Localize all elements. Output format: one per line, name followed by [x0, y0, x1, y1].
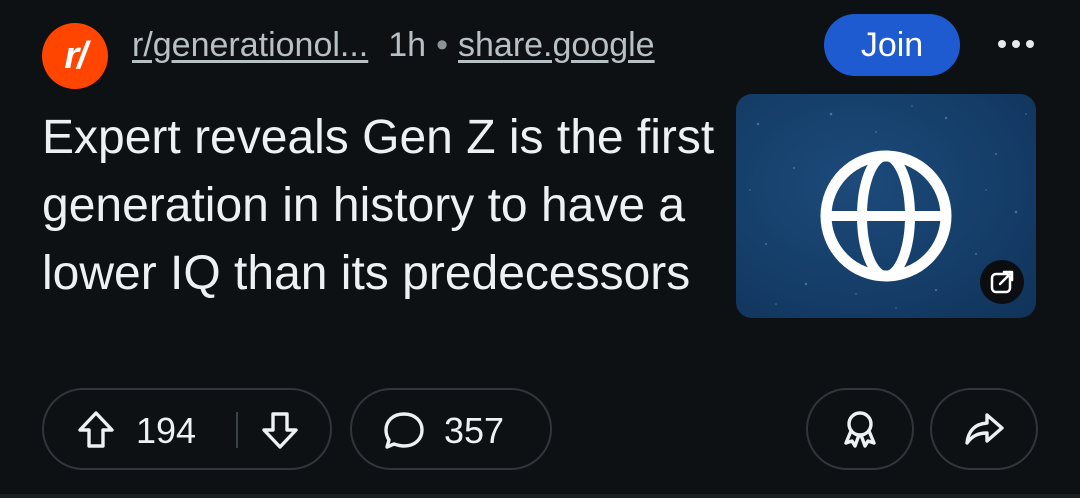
vote-divider	[236, 412, 238, 448]
link-thumbnail[interactable]	[736, 94, 1036, 318]
post-age: 1h	[388, 26, 427, 64]
post-meta: r/generationol... 1h • share.google	[132, 26, 655, 65]
external-link-icon[interactable]	[980, 260, 1024, 304]
globe-icon	[816, 146, 956, 291]
comments-button[interactable]: 357	[350, 388, 552, 470]
arrow-down-icon	[262, 412, 298, 449]
post-card[interactable]: r/ r/generationol... 1h • share.google J…	[0, 0, 1080, 498]
upvote-count: 194	[136, 410, 197, 451]
share-button[interactable]	[930, 388, 1038, 470]
overflow-menu-icon[interactable]	[992, 24, 1040, 64]
post-title[interactable]: Expert reveals Gen Z is the first genera…	[42, 104, 722, 308]
comment-count: 357	[444, 410, 505, 451]
award-icon	[844, 411, 876, 448]
meta-separator: •	[436, 26, 448, 64]
subreddit-name-link[interactable]: r/generationol...	[132, 26, 368, 65]
post-divider	[0, 494, 1080, 498]
award-button[interactable]	[806, 388, 914, 470]
post-header: r/ r/generationol... 1h • share.google J…	[42, 14, 1040, 89]
vote-controls: 194	[42, 388, 332, 470]
comment-bubble-icon	[382, 410, 426, 461]
arrow-up-icon	[78, 411, 114, 448]
downvote-button[interactable]	[258, 408, 302, 461]
join-button[interactable]: Join	[824, 14, 960, 76]
share-icon	[965, 413, 1004, 445]
link-domain[interactable]: share.google	[458, 26, 655, 65]
subreddit-avatar[interactable]: r/	[42, 23, 108, 89]
upvote-button[interactable]	[74, 408, 118, 461]
